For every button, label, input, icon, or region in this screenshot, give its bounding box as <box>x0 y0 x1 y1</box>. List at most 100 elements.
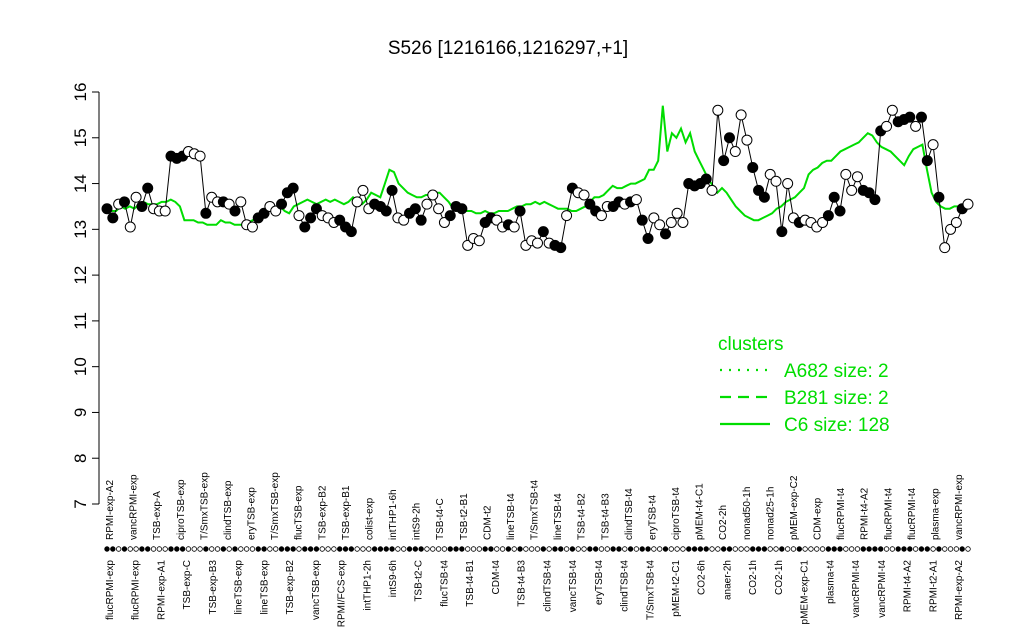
x-tick-label: flucRPMI-exp <box>131 560 142 620</box>
rug-mark <box>476 546 483 552</box>
sample-point <box>741 134 753 146</box>
rug-mark <box>488 546 494 552</box>
rug-mark <box>209 546 215 552</box>
y-tick-label: 8 <box>71 453 90 462</box>
rug-mark <box>156 546 163 552</box>
x-tick-label: clindTSB-t4 <box>624 488 635 540</box>
x-tick-label: ciproTSB-exp <box>176 479 187 540</box>
sample-point <box>828 191 840 203</box>
sample-point <box>293 210 305 222</box>
rug-mark <box>860 546 866 552</box>
rug-mark <box>232 546 238 552</box>
x-tick-label: TSB-t4-B3 <box>517 560 528 607</box>
x-tick-labels-bottom: flucRPMI-exp flucRPMI-exp RPMI-exp-A1 TSB-e… <box>105 560 965 628</box>
rug-mark <box>441 546 448 552</box>
rug-mark <box>610 546 616 552</box>
rug-mark <box>686 546 692 552</box>
rug-mark <box>319 546 325 552</box>
rug-mark <box>150 546 157 552</box>
sample-point <box>118 196 130 208</box>
y-tick-label: 11 <box>71 312 90 330</box>
sample-point <box>933 191 945 203</box>
sample-point <box>723 132 735 144</box>
x-tick-label: CO2-1h <box>774 560 785 595</box>
rug-mark <box>191 546 197 552</box>
sample-point <box>915 111 927 123</box>
rug-mark <box>505 546 512 552</box>
rug-mark <box>854 546 861 552</box>
rug-mark <box>110 546 116 552</box>
rug-mark <box>540 546 547 552</box>
rug-mark <box>278 546 285 552</box>
sample-point <box>770 175 782 187</box>
sample-point <box>718 155 730 167</box>
sample-point <box>700 173 712 185</box>
rug-mark <box>435 546 442 552</box>
sample-point <box>578 189 590 201</box>
sample-point <box>822 210 834 222</box>
rug-mark <box>255 546 261 552</box>
sample-point <box>555 242 567 254</box>
rug-mark <box>430 546 436 552</box>
x-tick-label: RPMI-t4-A2 <box>903 560 914 613</box>
x-tick-label: nonad25-1h <box>765 487 776 540</box>
rug-mark <box>627 546 634 552</box>
rug-mark <box>115 546 122 552</box>
sample-point <box>200 207 212 219</box>
x-tick-label: vancRPMI-exp <box>954 474 965 540</box>
y-tick-label: 14 <box>71 174 90 193</box>
rug-mark <box>581 546 587 552</box>
sample-point <box>712 104 724 116</box>
rug-mark <box>732 546 738 552</box>
rug-mark <box>878 546 884 552</box>
rug-mark <box>348 546 355 552</box>
rug-mark <box>313 546 320 552</box>
sample-point <box>782 178 794 190</box>
x-tick-label: plasma-t4 <box>825 560 836 604</box>
rug-mark <box>552 546 558 552</box>
rug-mark <box>214 546 221 552</box>
rug-mark <box>674 546 680 552</box>
sample-point <box>921 155 933 167</box>
rug-mark <box>290 546 296 552</box>
sample-point <box>276 198 288 210</box>
x-tick-label: ciproTSB-t4 <box>671 487 682 540</box>
rug-mark <box>773 546 779 552</box>
x-tick-label: intS9-2h <box>412 503 423 540</box>
sample-point <box>636 214 648 226</box>
y-tick-label: 16 <box>71 83 90 102</box>
sample-point <box>456 203 468 215</box>
rug-mark <box>831 546 837 552</box>
rug-mark <box>139 546 145 552</box>
rug-mark <box>104 546 110 552</box>
sample-point <box>595 210 607 222</box>
sample-point <box>107 212 119 224</box>
rug-mark <box>366 546 372 552</box>
rug-mark <box>377 546 384 552</box>
x-tick-label: vancRPMI-t4 <box>851 560 862 618</box>
sample-point <box>136 200 148 212</box>
rug-mark <box>668 546 675 552</box>
x-tick-label: flucTSB-exp <box>294 485 305 540</box>
x-tick-label: CO2-2h <box>718 505 729 540</box>
rug-mark <box>715 546 721 552</box>
rug-mark <box>127 546 133 552</box>
rug-mark <box>546 546 552 552</box>
rug-mark <box>662 546 669 552</box>
x-tick-label: flucTSB-t4 <box>439 560 450 607</box>
x-tick-label: TSB-exp-A <box>152 491 163 540</box>
rug-mark <box>703 546 709 552</box>
rug-mark <box>656 546 663 552</box>
sample-point <box>729 146 741 158</box>
rug-mark <box>284 546 291 552</box>
x-tick-label: clindTSB-t4 <box>542 560 553 612</box>
x-tick-label: CDM-t2 <box>482 505 493 540</box>
x-tick-label: TSB-t4-B2 <box>577 493 588 540</box>
rug-mark <box>174 546 180 552</box>
x-tick-label: intTHP1-6h <box>388 489 399 540</box>
rug-mark <box>453 546 459 552</box>
rug-mark <box>895 546 901 552</box>
rug-mark <box>738 546 744 552</box>
sample-point <box>881 120 893 132</box>
rug-mark <box>645 546 651 552</box>
